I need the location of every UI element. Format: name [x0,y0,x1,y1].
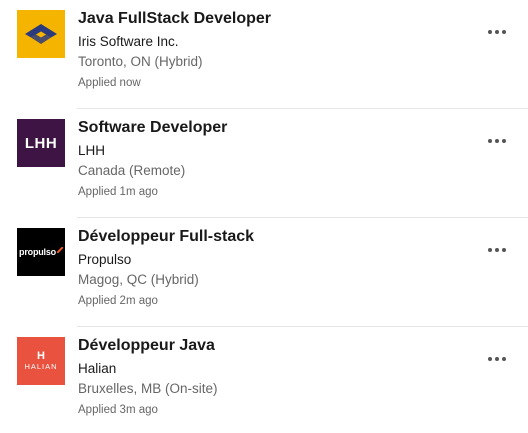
job-list-item[interactable]: LHH Software Developer LHH Canada (Remot… [0,109,528,218]
logo-text: LHH [24,134,58,152]
job-location: Magog, QC (Hybrid) [78,272,199,287]
company-name: Halian [78,361,117,376]
iris-logo[interactable] [17,10,65,58]
more-options-button[interactable] [482,131,512,151]
more-options-button[interactable] [482,240,512,260]
job-list-item[interactable]: H HALIAN Développeur Java Halian Bruxell… [0,327,528,433]
job-location: Toronto, ON (Hybrid) [78,54,203,69]
ellipsis-icon [488,357,506,361]
logo-mark: H [37,350,45,362]
applied-jobs-list: Java FullStack Developer Iris Software I… [0,0,528,433]
company-name: Propulso [78,252,132,267]
company-name: LHH [78,143,106,158]
propulso-logo[interactable]: propulso [17,228,65,276]
company-name: Iris Software Inc. [78,34,179,49]
job-location: Bruxelles, MB (On-site) [78,381,218,396]
job-title[interactable]: Développeur Full-stack [78,228,254,246]
lhh-logo[interactable]: LHH [17,119,65,167]
halian-logo[interactable]: H HALIAN [17,337,65,385]
application-status: Applied 1m ago [78,186,158,198]
application-status: Applied now [78,77,141,89]
job-list-item[interactable]: propulso Développeur Full-stack Propulso… [0,218,528,327]
logo-text: HALIAN [24,362,58,371]
logo-text: propulso [19,247,56,257]
application-status: Applied 3m ago [78,404,158,416]
ellipsis-icon [488,139,506,143]
more-options-button[interactable] [482,22,512,42]
job-title[interactable]: Développeur Java [78,337,215,355]
ellipsis-icon [488,30,506,34]
job-location: Canada (Remote) [78,163,186,178]
job-title[interactable]: Java FullStack Developer [78,10,271,28]
logo-accent [56,247,63,253]
job-title[interactable]: Software Developer [78,119,227,137]
ellipsis-icon [488,248,506,252]
application-status: Applied 2m ago [78,295,158,307]
more-options-button[interactable] [482,349,512,369]
job-list-item[interactable]: Java FullStack Developer Iris Software I… [0,0,528,109]
